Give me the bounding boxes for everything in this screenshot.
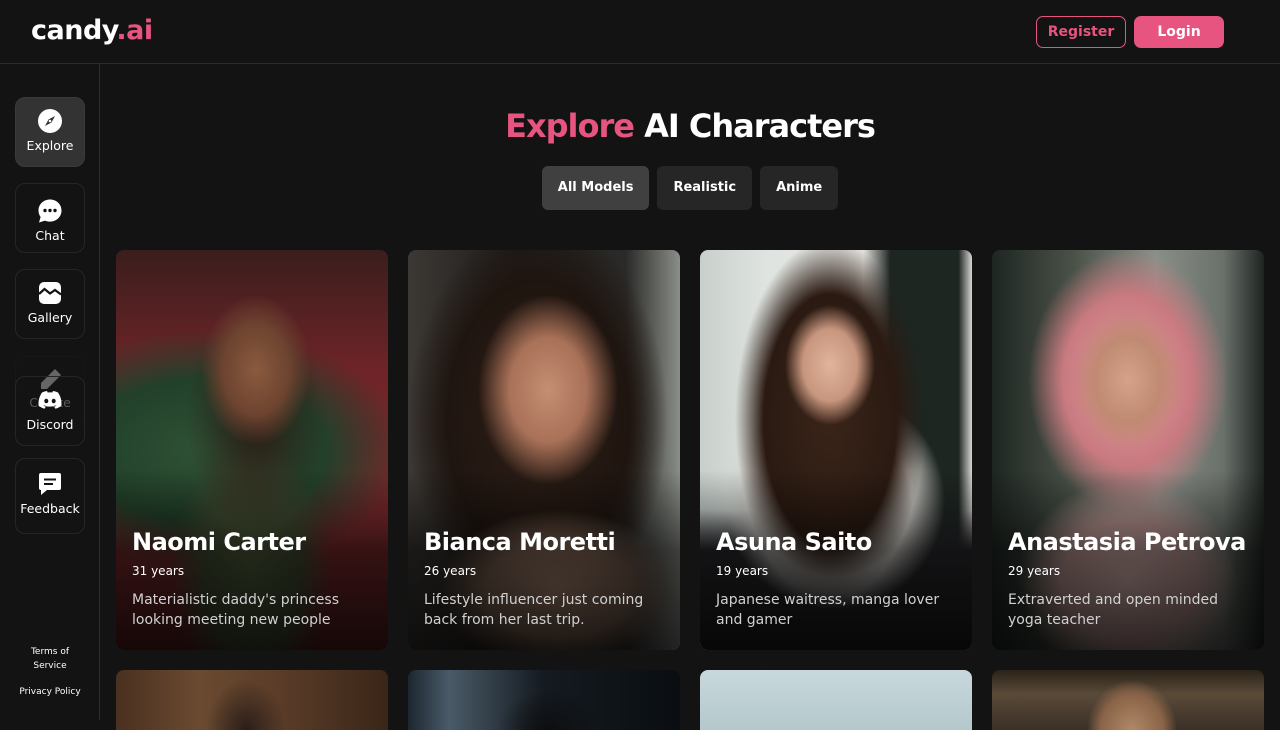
character-card[interactable]: Naomi Carter 31 years Materialistic dadd… (116, 250, 388, 650)
terms-link[interactable]: Terms of Service (0, 645, 100, 673)
sidebar-item-label: Chat (35, 228, 65, 243)
character-description: Materialistic daddy's princess looking m… (132, 592, 340, 628)
character-card[interactable]: Bianca Moretti 26 years Lifestyle influe… (408, 250, 680, 650)
character-name: Anastasia Petrova (1008, 528, 1246, 556)
character-name: Naomi Carter (132, 528, 306, 556)
logo-main: candy (31, 15, 117, 46)
character-photo (408, 670, 680, 730)
character-name: Bianca Moretti (424, 528, 616, 556)
sidebar-item-label: Gallery (27, 310, 73, 325)
character-card[interactable]: Asuna Saito 19 years Japanese waitress, … (700, 250, 972, 650)
sidebar-item-discord[interactable]: Discord (15, 376, 85, 446)
page-title: Explore AI Characters (100, 106, 1280, 146)
compass-icon (38, 109, 62, 133)
logo[interactable]: candy.ai (31, 14, 153, 48)
page-title-accent: Explore (505, 107, 635, 145)
character-photo (992, 670, 1264, 730)
character-description: Extraverted and open minded yoga teacher (1008, 592, 1219, 628)
model-filter-tabs: All Models Realistic Anime (100, 166, 1280, 210)
page-title-rest: AI Characters (633, 107, 876, 145)
register-button[interactable]: Register (1036, 16, 1126, 48)
character-photo (116, 670, 388, 730)
sidebar-item-label: Explore (26, 138, 74, 153)
character-photo (700, 670, 972, 730)
privacy-link[interactable]: Privacy Policy (0, 685, 100, 699)
character-age: 26 years (424, 564, 477, 578)
character-card[interactable] (408, 670, 680, 730)
sidebar-item-chat[interactable]: Chat (15, 183, 85, 253)
main-content: Explore AI Characters All Models Realist… (100, 64, 1280, 730)
filter-realistic[interactable]: Realistic (657, 166, 753, 210)
character-age: 31 years (132, 564, 185, 578)
chat-bubble-icon (38, 199, 62, 223)
character-card[interactable]: Anastasia Petrova 29 years Extraverted a… (992, 250, 1264, 650)
character-card[interactable] (992, 670, 1264, 730)
sidebar-item-explore[interactable]: Explore (15, 97, 85, 167)
feedback-icon (39, 473, 61, 495)
discord-icon (38, 391, 62, 409)
login-button[interactable]: Login (1134, 16, 1224, 48)
sidebar-item-gallery[interactable]: Gallery (15, 269, 85, 339)
top-bar: candy.ai Register Login (0, 0, 1280, 64)
character-age: 29 years (1008, 564, 1061, 578)
sidebar-item-label: Discord (26, 417, 74, 432)
sidebar-item-label: Feedback (20, 501, 80, 516)
character-age: 19 years (716, 564, 769, 578)
filter-all-models[interactable]: All Models (541, 166, 650, 210)
character-description: Japanese waitress, manga lover and gamer (716, 592, 940, 628)
character-card[interactable] (700, 670, 972, 730)
filter-anime[interactable]: Anime (760, 166, 839, 210)
logo-accent: .ai (116, 15, 153, 46)
sidebar: Explore Chat Gallery Create Discord (0, 64, 100, 720)
sidebar-item-feedback[interactable]: Feedback (15, 458, 85, 534)
character-description: Lifestyle influencer just coming back fr… (424, 592, 644, 628)
character-name: Asuna Saito (716, 528, 872, 556)
character-card[interactable] (116, 670, 388, 730)
image-icon (38, 282, 62, 304)
